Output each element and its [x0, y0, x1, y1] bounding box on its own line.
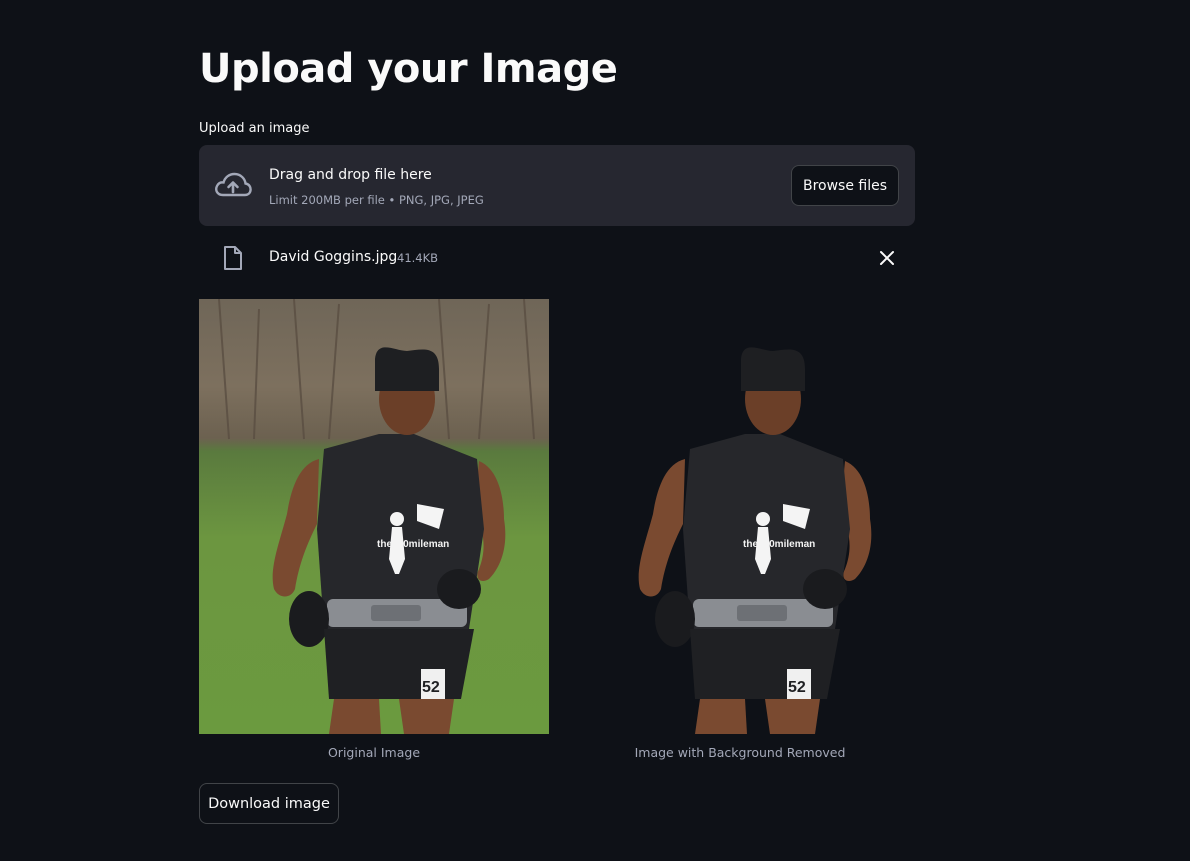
uploaded-file-name: David Goggins.jpg	[269, 249, 398, 265]
svg-text:the100mileman: the100mileman	[377, 539, 449, 550]
uploaded-file-row: David Goggins.jpg 41.4KB	[199, 240, 915, 276]
runner-photo: the100mileman 52	[218, 299, 535, 734]
dropzone-title: Drag and drop file here	[269, 167, 432, 183]
svg-text:the100mileman: the100mileman	[743, 539, 815, 550]
svg-text:52: 52	[788, 679, 806, 696]
original-image-caption: Original Image	[327, 745, 421, 760]
cloud-upload-icon	[215, 172, 252, 197]
page-title: Upload your Image	[199, 46, 618, 92]
file-icon	[224, 246, 242, 270]
svg-text:52: 52	[422, 679, 440, 696]
uploaded-file-size: 41.4KB	[397, 251, 439, 265]
upload-label: Upload an image	[199, 121, 310, 136]
processed-image-caption: Image with Background Removed	[634, 745, 846, 760]
dropzone-limit-text: Limit 200MB per file • PNG, JPG, JPEG	[269, 193, 484, 207]
download-image-button[interactable]: Download image	[199, 783, 339, 824]
file-dropzone[interactable]: Drag and drop file here Limit 200MB per …	[199, 145, 915, 226]
runner-cutout: the100mileman 52	[638, 347, 872, 734]
original-image: the100mileman 52	[199, 299, 549, 734]
close-icon[interactable]	[877, 248, 897, 268]
browse-files-button[interactable]: Browse files	[791, 165, 899, 206]
background-removed-image: the100mileman 52	[565, 299, 915, 734]
